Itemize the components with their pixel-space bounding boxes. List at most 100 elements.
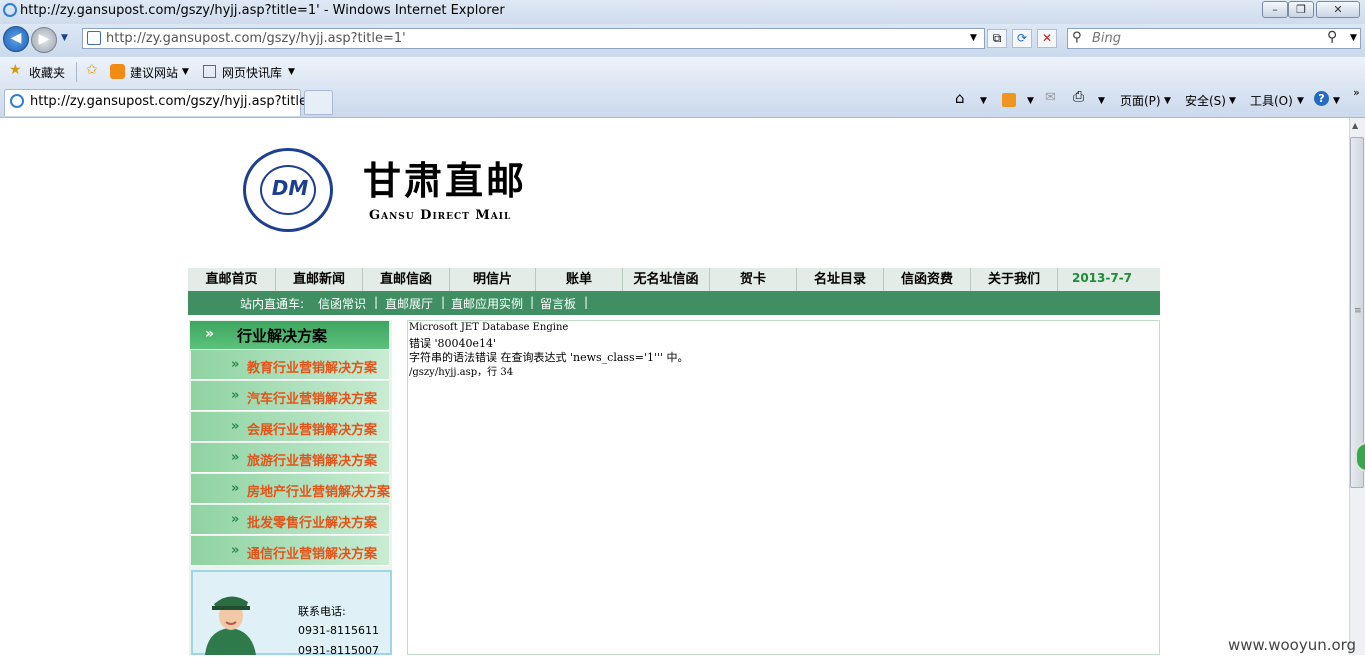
safety-menu-dropdown-icon[interactable]: ▼ bbox=[1229, 96, 1236, 106]
sidebar-item-label[interactable]: 教育行业营销解决方案 bbox=[247, 357, 377, 376]
main-content bbox=[407, 320, 1160, 655]
history-dropdown-icon[interactable]: ▼ bbox=[61, 33, 68, 43]
chevron-right-icon: » bbox=[231, 481, 240, 496]
subnav-link-letter-tips[interactable]: 信函常识 bbox=[318, 295, 366, 312]
minimize-button[interactable]: – bbox=[1262, 1, 1288, 18]
address-dropdown-icon[interactable]: ▼ bbox=[970, 33, 977, 43]
nav-item-bills[interactable]: 账单 bbox=[536, 268, 623, 291]
web-slice-gallery-link[interactable]: 网页快讯库 bbox=[222, 64, 282, 81]
favbar-divider bbox=[76, 62, 77, 82]
chevron-right-icon: » bbox=[231, 388, 240, 403]
scroll-up-arrow-icon[interactable]: ▲ bbox=[1352, 121, 1358, 130]
nav-item-directory[interactable]: 名址目录 bbox=[797, 268, 884, 291]
sidebar-item-label[interactable]: 通信行业营销解决方案 bbox=[247, 543, 377, 562]
subnav-separator: | bbox=[374, 295, 379, 309]
search-placeholder[interactable]: Bing bbox=[1092, 31, 1121, 46]
chevron-right-icon: » bbox=[231, 512, 240, 527]
home-dropdown-icon[interactable]: ▼ bbox=[980, 96, 987, 106]
nav-item-home[interactable]: 直邮首页 bbox=[188, 268, 276, 291]
back-arrow-icon: ◀ bbox=[10, 30, 22, 46]
print-icon[interactable]: ⎙ bbox=[1073, 89, 1084, 105]
error-engine: Microsoft JET Database Engine bbox=[409, 322, 569, 333]
tab-title[interactable]: http://zy.gansupost.com/gszy/hyjj.asp?ti… bbox=[30, 94, 330, 109]
tools-menu[interactable]: 工具(O) bbox=[1250, 92, 1293, 109]
subnav-prefix: 站内直通车: bbox=[240, 297, 305, 311]
add-favorite-icon[interactable]: ✩ bbox=[86, 62, 98, 78]
stop-icon: ✕ bbox=[1041, 31, 1053, 45]
mail-icon[interactable]: ✉ bbox=[1045, 90, 1056, 105]
help-icon[interactable]: ? bbox=[1314, 91, 1329, 106]
suggested-sites-dropdown-icon[interactable]: ▼ bbox=[182, 67, 189, 77]
chevron-right-icon: » bbox=[231, 357, 240, 372]
search-icon[interactable]: ⚲ bbox=[1327, 29, 1337, 45]
sidebar-item-label[interactable]: 批发零售行业解决方案 bbox=[247, 512, 377, 531]
subnav-separator: | bbox=[530, 295, 535, 309]
sidebar-heading: 行业解决方案 bbox=[237, 327, 328, 345]
search-dropdown-icon[interactable]: ▼ bbox=[1350, 33, 1357, 43]
chevron-right-icon: » bbox=[231, 543, 240, 558]
back-button[interactable]: ◀ bbox=[3, 26, 29, 52]
nav-item-cards[interactable]: 贺卡 bbox=[710, 268, 797, 291]
help-dropdown-icon[interactable]: ▼ bbox=[1333, 96, 1340, 106]
site-title-en: Gansu Direct Mail bbox=[369, 208, 512, 223]
watermark: www.wooyun.org bbox=[1228, 636, 1357, 654]
subnav-link-guestbook[interactable]: 留言板 bbox=[540, 295, 576, 312]
refresh-button[interactable]: ⟳ bbox=[1012, 29, 1032, 48]
refresh-icon: ⟳ bbox=[1016, 31, 1028, 45]
nav-item-about[interactable]: 关于我们 bbox=[971, 268, 1058, 291]
restore-button[interactable]: ❐ bbox=[1288, 1, 1314, 18]
forward-button[interactable]: ▶ bbox=[31, 27, 57, 53]
chevron-right-icon: » bbox=[231, 450, 240, 465]
new-tab-button[interactable] bbox=[304, 90, 333, 115]
window-title: http://zy.gansupost.com/gszy/hyjj.asp?ti… bbox=[20, 3, 505, 18]
favorites-button[interactable]: 收藏夹 bbox=[29, 64, 65, 81]
page-icon bbox=[87, 31, 101, 45]
subnav-separator: | bbox=[441, 295, 446, 309]
sidebar-item-label[interactable]: 旅游行业营销解决方案 bbox=[247, 450, 377, 469]
ie-logo-icon bbox=[3, 3, 17, 17]
compatibility-view-button[interactable]: ⧉ bbox=[987, 29, 1007, 48]
page-menu[interactable]: 页面(P) bbox=[1120, 92, 1161, 109]
print-dropdown-icon[interactable]: ▼ bbox=[1098, 96, 1105, 106]
subnav-link-cases[interactable]: 直邮应用实例 bbox=[451, 295, 523, 312]
sidebar-item-label[interactable]: 会展行业营销解决方案 bbox=[247, 419, 377, 438]
contact-phone: 0931-8115611 bbox=[298, 624, 379, 637]
search-provider-icon: ⚲ bbox=[1072, 30, 1082, 45]
staff-photo bbox=[205, 596, 256, 655]
error-location: /gszy/hyjj.asp，行 34 bbox=[409, 367, 514, 378]
nav-item-news[interactable]: 直邮新闻 bbox=[276, 268, 363, 291]
web-slice-icon bbox=[203, 65, 216, 78]
contact-label: 联系电话: bbox=[298, 605, 346, 618]
sidebar-heading-arrow-icon: » bbox=[205, 326, 215, 342]
logo-dm-mark: DM bbox=[271, 176, 309, 200]
feeds-icon[interactable] bbox=[1002, 93, 1016, 107]
current-date: 2013-7-7 bbox=[1071, 271, 1133, 285]
nav-item-letters[interactable]: 直邮信函 bbox=[363, 268, 450, 291]
suggested-sites-link[interactable]: 建议网站 bbox=[130, 64, 178, 81]
stop-button[interactable]: ✕ bbox=[1037, 29, 1057, 48]
address-text[interactable]: http://zy.gansupost.com/gszy/hyjj.asp?ti… bbox=[106, 31, 406, 46]
home-icon[interactable]: ⌂ bbox=[955, 89, 965, 107]
subnav-separator: | bbox=[584, 295, 589, 309]
suggested-sites-icon bbox=[110, 64, 125, 79]
scrollbar-grip-icon: ≡ bbox=[1354, 306, 1362, 316]
nav-item-postcards[interactable]: 明信片 bbox=[450, 268, 536, 291]
tools-menu-dropdown-icon[interactable]: ▼ bbox=[1297, 96, 1304, 106]
safety-menu[interactable]: 安全(S) bbox=[1185, 92, 1226, 109]
forward-arrow-icon: ▶ bbox=[38, 31, 50, 47]
feeds-dropdown-icon[interactable]: ▼ bbox=[1027, 96, 1034, 106]
chevron-right-icon: » bbox=[231, 419, 240, 434]
site-title-cn: 甘肃直邮 bbox=[363, 158, 528, 203]
web-slice-dropdown-icon[interactable]: ▼ bbox=[288, 67, 295, 77]
tab-ie-icon bbox=[10, 94, 24, 108]
chevron-more-icon[interactable]: » bbox=[1353, 86, 1360, 99]
contact-phone: 0931-8115007 bbox=[298, 644, 379, 657]
nav-item-postage[interactable]: 信函资费 bbox=[884, 268, 971, 291]
sidebar-item-label[interactable]: 汽车行业营销解决方案 bbox=[247, 388, 377, 407]
subnav-link-showroom[interactable]: 直邮展厅 bbox=[385, 295, 433, 312]
sidebar-item-label[interactable]: 房地产行业营销解决方案 bbox=[247, 481, 390, 500]
page-menu-dropdown-icon[interactable]: ▼ bbox=[1164, 96, 1171, 106]
nav-item-unaddressed[interactable]: 无名址信函 bbox=[623, 268, 710, 291]
close-window-button[interactable]: ✕ bbox=[1316, 1, 1360, 18]
compatibility-icon: ⧉ bbox=[992, 31, 1002, 45]
